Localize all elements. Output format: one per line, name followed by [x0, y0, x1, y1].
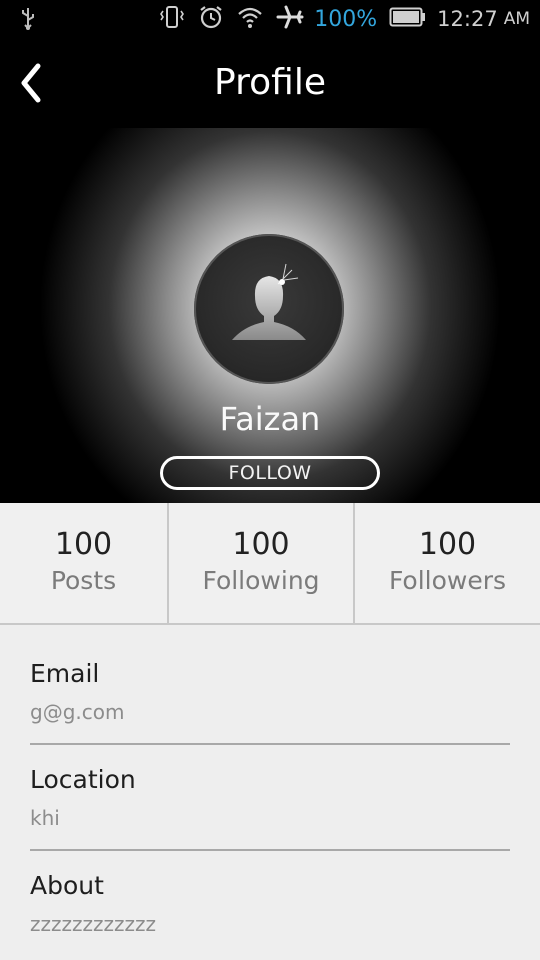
divider — [30, 743, 510, 745]
clock-ampm: AM — [503, 9, 530, 29]
avatar[interactable] — [194, 234, 344, 384]
alarm-icon — [198, 4, 224, 34]
profile-name: Faizan — [219, 400, 321, 438]
stat-followers[interactable]: 100 Followers — [353, 503, 540, 623]
stat-following-value: 100 — [232, 527, 290, 562]
stat-posts[interactable]: 100 Posts — [0, 503, 167, 623]
battery-icon — [389, 6, 427, 32]
stat-followers-label: Followers — [388, 566, 507, 595]
airplane-icon — [276, 4, 304, 34]
stat-following-label: Following — [202, 566, 320, 595]
divider — [30, 849, 510, 851]
vibrate-icon — [158, 4, 186, 34]
page-title: Profile — [214, 62, 326, 103]
email-field: Email g@g.com — [30, 659, 510, 724]
stat-following[interactable]: 100 Following — [167, 503, 353, 623]
about-field: About zzzzzzzzzzzz — [30, 871, 510, 936]
stats-bar: 100 Posts 100 Following 100 Followers — [0, 503, 540, 625]
stat-followers-value: 100 — [418, 527, 477, 562]
app-header: Profile — [0, 38, 540, 130]
location-label: Location — [30, 765, 136, 794]
clock-time: 12:27 — [437, 7, 498, 31]
profile-details: Email g@g.com Location khi About zzzzzzz… — [0, 625, 540, 960]
profile-screen: 100% 12:27 AM Profile Faizan FOLLOW 100 … — [0, 0, 540, 960]
battery-percent: 100% — [314, 6, 378, 32]
about-label: About — [30, 871, 104, 900]
usb-icon — [18, 6, 38, 36]
location-field: Location khi — [30, 765, 510, 830]
about-value: zzzzzzzzzzzz — [30, 912, 156, 936]
wifi-icon — [236, 4, 264, 34]
stat-posts-label: Posts — [50, 566, 117, 595]
follow-button[interactable]: FOLLOW — [160, 456, 380, 490]
profile-hero: Faizan FOLLOW — [0, 128, 540, 503]
status-bar: 100% 12:27 AM — [0, 0, 540, 38]
stat-posts-value: 100 — [54, 527, 113, 562]
email-value: g@g.com — [30, 700, 125, 724]
location-value: khi — [30, 806, 60, 830]
email-label: Email — [30, 659, 100, 688]
